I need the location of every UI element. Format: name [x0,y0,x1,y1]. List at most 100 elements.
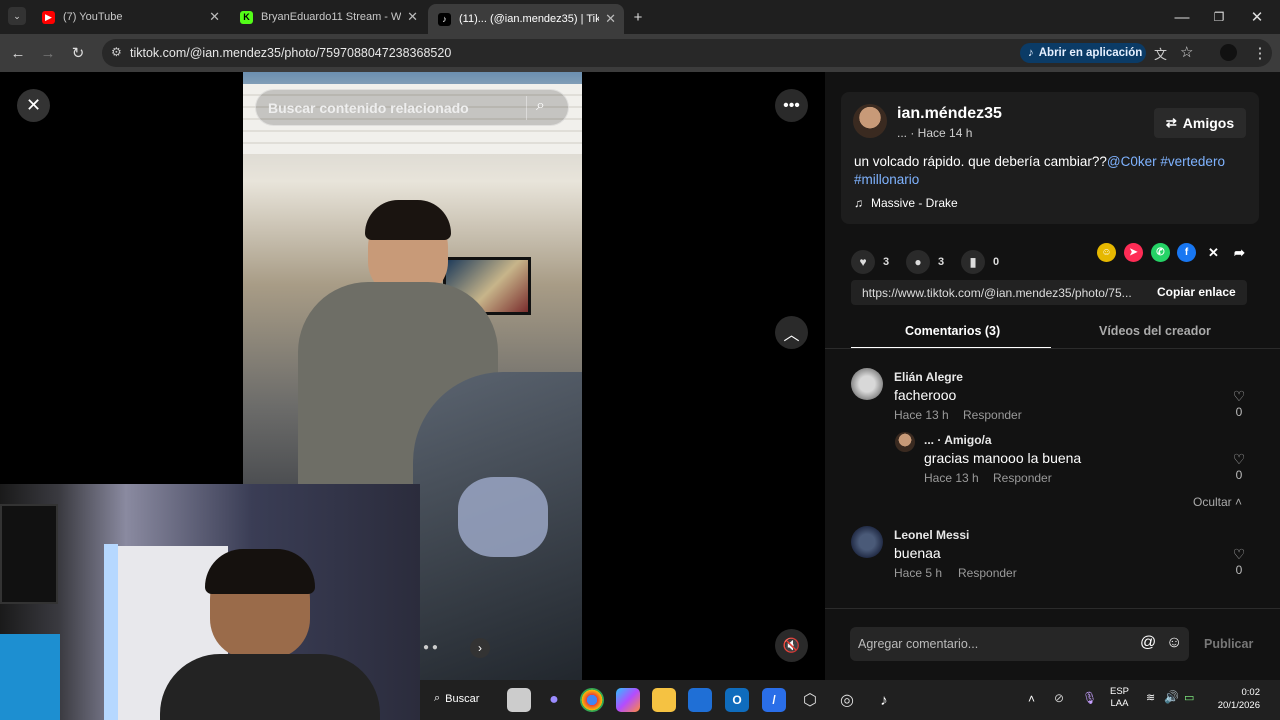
epic-icon[interactable]: ⬡ [798,688,822,712]
reply-button[interactable]: Responder [958,566,1017,580]
bookmark-star-icon[interactable]: ☆ [1180,43,1193,61]
post-link-field[interactable]: https://www.tiktok.com/@ian.mendez35/pho… [851,280,1247,305]
whatsapp-icon[interactable]: ✆ [1151,243,1170,262]
microphone-icon[interactable]: 🎙 [1082,691,1097,705]
address-bar[interactable]: ⚙ tiktok.com/@ian.mendez35/photo/7597088… [102,39,1272,67]
translate-icon[interactable]: 文 [1154,44,1167,63]
tiktok-icon[interactable]: ♪ [872,688,896,712]
author-avatar[interactable] [853,104,887,138]
commenter-avatar[interactable] [851,526,883,558]
tab-creator-videos[interactable]: Vídeos del creador [1099,324,1211,338]
steam-icon[interactable]: ◎ [835,688,859,712]
reply-button[interactable]: Responder [993,471,1052,485]
comment-like-button[interactable]: ♡ 0 [1229,546,1249,577]
music-row[interactable]: ♫ Massive - Drake [854,196,958,210]
copy-link-button[interactable]: Copiar enlace [1157,285,1236,299]
mention-at-icon[interactable]: @ [1140,634,1156,652]
clock[interactable]: 0:02 20/1/2026 [1212,686,1260,712]
hashtag-link[interactable]: #vertedero [1160,154,1225,169]
commenter-name[interactable]: ... · Amigo/a [924,433,992,447]
cloud-off-icon[interactable]: ⊘ [1054,691,1064,705]
send-icon[interactable]: ➤ [1124,243,1143,262]
comment-text: buenaa [894,545,941,561]
mute-icon[interactable]: 🔇 [775,629,808,662]
browser-tab-strip: ⌄ ▶ (7) YouTube ✕ K BryanEduardo11 Strea… [0,0,1280,34]
outlook-icon[interactable]: O [725,688,749,712]
streamer-shirt [160,654,380,720]
task-view-icon[interactable] [507,688,531,712]
facebook-icon[interactable]: f [1177,243,1196,262]
tab-kick-stream[interactable]: K BryanEduardo11 Stream - Watc ✕ [230,4,426,30]
commenter-name[interactable]: Leonel Messi [894,528,969,542]
more-options-icon[interactable]: ••• [775,89,808,122]
chevron-up-icon: ˄ [1235,495,1243,509]
chrome-icon[interactable] [580,688,604,712]
profile-avatar[interactable] [1220,44,1237,61]
comment-like-button[interactable]: ♡ 0 [1229,388,1249,419]
site-info-icon[interactable]: ⚙ [111,45,122,59]
tab-search-icon[interactable]: ⌄ [8,7,26,25]
close-tab-icon[interactable]: ✕ [209,9,220,25]
next-photo-icon[interactable]: › [470,638,490,658]
commenter-avatar[interactable] [851,368,883,400]
app-icon[interactable]: / [762,688,786,712]
friends-button[interactable]: ⇄ Amigos [1154,108,1246,138]
store-icon[interactable] [688,688,712,712]
teams-icon[interactable]: ● [542,688,566,712]
volume-icon[interactable]: 🔊 [1164,690,1179,704]
post-side-panel: ian.méndez35 ... · Hace 14 h ⇄ Amigos un… [825,72,1280,680]
tab-youtube[interactable]: ▶ (7) YouTube ✕ [32,4,228,30]
add-comment-input[interactable]: Agregar comentario... @ ☺ [850,627,1189,661]
close-viewer-icon[interactable]: ✕ [17,89,50,122]
maximize-icon[interactable]: ❐ [1209,7,1229,27]
comment-like-button[interactable]: ♡ 0 [1229,451,1249,482]
window-close-icon[interactable]: ✕ [1247,7,1267,27]
hashtag-link[interactable]: #millonario [854,172,919,187]
hide-replies-button[interactable]: Ocultar ˄ [1193,495,1242,509]
minimize-icon[interactable]: — [1172,7,1192,27]
share-arrow-icon[interactable]: ➦ [1230,243,1249,262]
cloth [458,477,548,557]
tab-comments[interactable]: Comentarios (3) [905,324,1000,338]
search-icon[interactable]: ⌕ [536,97,545,115]
show-hidden-icons-icon[interactable]: ˄ [1028,692,1035,706]
emoji-icon[interactable]: ☺ [1166,634,1182,652]
hide-label: Ocultar [1193,495,1232,509]
reply-button[interactable]: Responder [963,408,1022,422]
copilot-icon[interactable] [616,688,640,712]
tab-tiktok[interactable]: ♪ (11)... (@ian.mendez35) | TikTok ✕ [428,4,624,34]
file-explorer-icon[interactable] [652,688,676,712]
new-tab-icon[interactable]: + [628,7,648,27]
reload-icon[interactable]: ↻ [68,43,88,63]
back-icon[interactable]: ← [8,43,28,63]
wifi-icon[interactable]: ≋ [1146,691,1155,704]
forward-icon[interactable]: → [38,43,58,63]
comment-button[interactable]: ● 3 [906,250,944,274]
menu-kebab-icon[interactable]: ⋮ [1250,43,1270,63]
share-friends-icon[interactable]: ☺ [1097,243,1116,262]
open-in-app-button[interactable]: ♪ Abrir en aplicación [1020,43,1146,63]
open-app-label: Abrir en aplicación [1038,47,1143,59]
close-tab-icon[interactable]: ✕ [605,11,616,27]
post-comment-button[interactable]: Publicar [1204,637,1253,651]
lang-code: ESP [1110,686,1130,697]
close-tab-icon[interactable]: ✕ [407,9,418,25]
bookmark-icon: ▮ [961,250,985,274]
commenter-avatar[interactable] [895,432,915,452]
author-username[interactable]: ian.méndez35 [897,105,1002,123]
previous-post-icon[interactable]: ︿ [775,316,808,349]
save-button[interactable]: ▮ 0 [961,250,999,274]
taskbar-search[interactable]: ⌕ Buscar [434,692,479,705]
carousel-dots[interactable]: ● ● [423,642,438,653]
related-search-input[interactable]: Buscar contenido relacionado ⌕ [255,89,569,126]
language-indicator[interactable]: ESP LAA [1110,686,1129,710]
commenter-name[interactable]: Elián Alegre [894,370,963,384]
mention-link[interactable]: @C0ker [1107,154,1157,169]
url-text: tiktok.com/@ian.mendez35/photo/759708804… [130,46,452,60]
comment-like-count: 0 [1235,563,1243,577]
comment-time: Hace 5 h [894,566,943,580]
search-placeholder: Buscar contenido relacionado [268,100,469,116]
x-twitter-icon[interactable]: ✕ [1204,243,1223,262]
like-button[interactable]: ♥ 3 [851,250,889,274]
battery-icon[interactable]: ▭ [1184,691,1194,704]
